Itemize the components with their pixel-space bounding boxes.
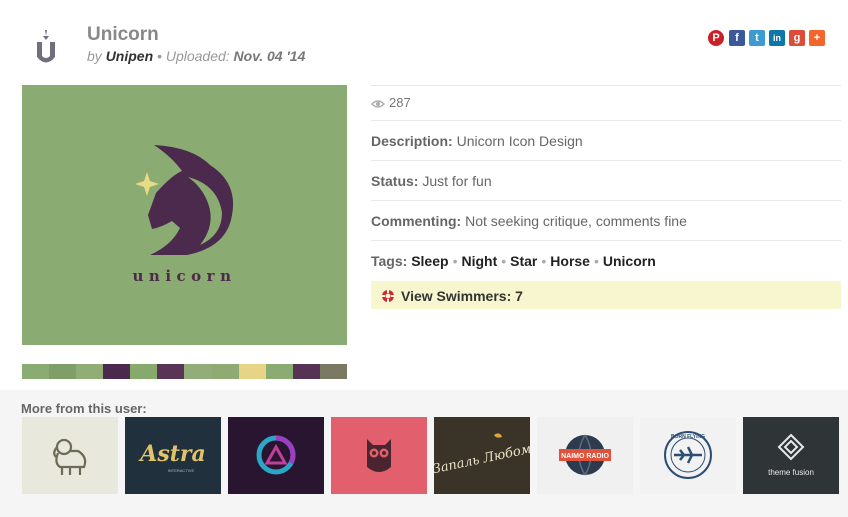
color-swatch[interactable] xyxy=(157,364,185,379)
tag-separator: • xyxy=(452,253,458,269)
thumb-theme-fusion[interactable]: theme fusion xyxy=(743,417,839,494)
byline: by Unipen • Uploaded: Nov. 04 '14 xyxy=(87,48,305,64)
tag-separator: • xyxy=(501,253,507,269)
divider xyxy=(371,160,841,161)
wordmark: unicorn xyxy=(132,267,237,285)
elephant-icon xyxy=(22,417,118,494)
tag-link[interactable]: Unicorn xyxy=(603,253,656,269)
by-prefix: by xyxy=(87,48,102,64)
uploaded-label: Uploaded: xyxy=(165,48,230,64)
commenting-value: Not seeking critique, comments fine xyxy=(465,213,687,229)
thumb-zapal-lyubom[interactable]: Запаль Любом xyxy=(434,417,530,494)
status-row: Status: Just for fun xyxy=(371,173,841,189)
shot-image[interactable]: unicorn xyxy=(22,85,347,345)
divider xyxy=(371,120,841,121)
color-swatch[interactable] xyxy=(76,364,104,379)
tag-link[interactable]: Sleep xyxy=(411,253,448,269)
thumb-born-flying[interactable]: BORN FLYING xyxy=(640,417,736,494)
page-title: Unicorn xyxy=(87,24,159,45)
born-flying-text: BORN FLYING xyxy=(671,434,705,440)
thumb-elephant[interactable] xyxy=(22,417,118,494)
upload-date: Nov. 04 '14 xyxy=(233,48,306,64)
tags-label: Tags: xyxy=(371,253,408,269)
divider xyxy=(371,85,841,86)
status-value: Just for fun xyxy=(422,173,492,189)
divider xyxy=(371,240,841,241)
color-swatch[interactable] xyxy=(130,364,158,379)
more-from-user-title: More from this user: xyxy=(21,401,147,416)
tag-link[interactable]: Star xyxy=(510,253,537,269)
color-swatch[interactable] xyxy=(49,364,77,379)
color-swatch[interactable] xyxy=(319,364,347,379)
tag-link[interactable]: Night xyxy=(461,253,497,269)
description-label: Description: xyxy=(371,133,453,149)
theme-fusion-text: theme fusion xyxy=(768,468,814,477)
color-swatch[interactable] xyxy=(103,364,131,379)
astra-subtext: INTERACTIVE xyxy=(168,468,195,473)
unicorn-mark-icon xyxy=(135,145,234,255)
view-swimmers-label: View Swimmers: 7 xyxy=(401,288,523,304)
unipen-logo[interactable] xyxy=(33,30,59,70)
lifebuoy-icon xyxy=(381,289,395,308)
theme-fusion-icon: theme fusion xyxy=(743,417,839,494)
thumb-astra[interactable]: Astra INTERACTIVE xyxy=(125,417,221,494)
commenting-row: Commenting: Not seeking critique, commen… xyxy=(371,213,841,229)
facebook-icon[interactable]: f xyxy=(729,30,745,46)
views-value: 287 xyxy=(389,95,411,110)
views-count: 287 xyxy=(371,95,841,112)
star-icon xyxy=(135,172,159,196)
view-swimmers-button[interactable]: View Swimmers: 7 xyxy=(371,281,841,309)
author-link[interactable]: Unipen xyxy=(106,48,153,64)
thumb-owl[interactable] xyxy=(331,417,427,494)
google-plus-icon[interactable]: g xyxy=(789,30,805,46)
airplane-badge-icon: BORN FLYING xyxy=(640,417,736,494)
more-share-icon[interactable]: + xyxy=(809,30,825,46)
color-palette xyxy=(22,364,347,379)
linkedin-icon[interactable]: in xyxy=(769,30,785,46)
tags-row: Tags: Sleep • Night • Star • Horse • Unicorn xyxy=(371,253,841,269)
description-value: Unicorn Icon Design xyxy=(456,133,583,149)
astra-text: Astra xyxy=(138,441,205,467)
twitter-icon[interactable]: t xyxy=(749,30,765,46)
byline-bullet: • xyxy=(157,48,162,64)
status-label: Status: xyxy=(371,173,419,189)
tag-separator: • xyxy=(541,253,547,269)
color-swatch[interactable] xyxy=(265,364,293,379)
naimo-text: NAIMO RADIO xyxy=(561,453,609,460)
thumb-triangle-circle[interactable] xyxy=(228,417,324,494)
thumb-naimo-radio[interactable]: NAIMO RADIO xyxy=(537,417,633,494)
color-swatch[interactable] xyxy=(211,364,239,379)
color-swatch[interactable] xyxy=(184,364,212,379)
tag-link[interactable]: Horse xyxy=(550,253,590,269)
radio-globe-icon: NAIMO RADIO xyxy=(537,417,633,494)
pinterest-icon[interactable]: P xyxy=(708,30,724,46)
color-swatch[interactable] xyxy=(238,364,266,379)
divider xyxy=(371,200,841,201)
color-swatch[interactable] xyxy=(292,364,320,379)
color-swatch[interactable] xyxy=(22,364,50,379)
eye-icon xyxy=(371,97,385,112)
description-row: Description: Unicorn Icon Design xyxy=(371,133,841,149)
tag-separator: • xyxy=(593,253,599,269)
owl-icon xyxy=(331,417,427,494)
triangle-circle-icon xyxy=(228,417,324,494)
commenting-label: Commenting: xyxy=(371,213,462,229)
